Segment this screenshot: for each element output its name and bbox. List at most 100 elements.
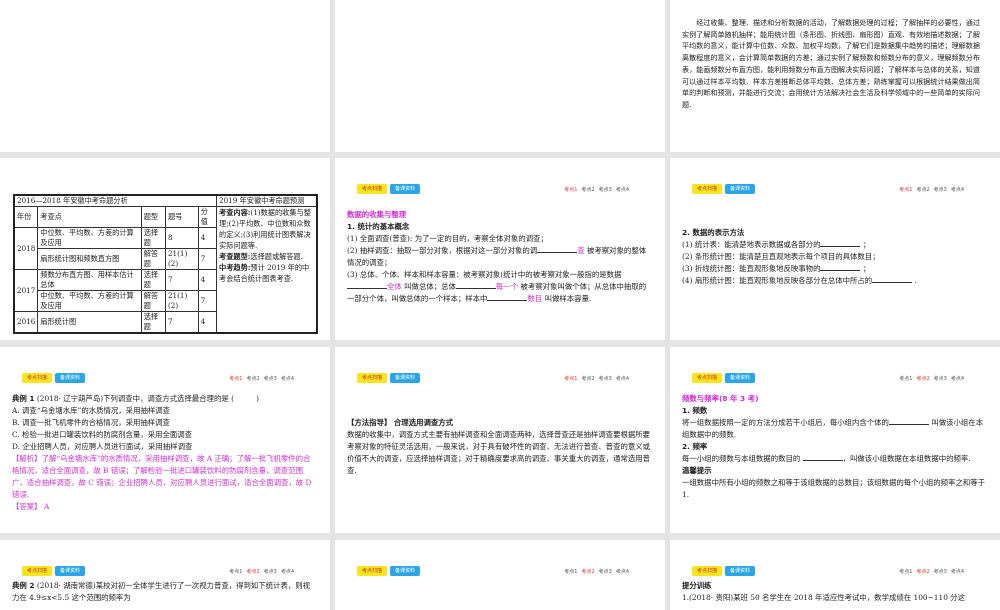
point-4-link[interactable]: 考点4 [616, 375, 629, 382]
slide-frequency[interactable]: 考点扫描 备课资料 考点1 考点2 考点3 考点4 频数与频率(8 年 3 考) 1. … [670, 347, 1000, 533]
slide-table[interactable]: 2016—2018 年安徽中考命题分析 2019 年安徽中考命题预测 年份 考查点题… [0, 158, 330, 340]
point-4-link[interactable]: 考点4 [281, 568, 294, 575]
point-4-link[interactable]: 考点4 [951, 568, 964, 575]
point-1-link[interactable]: 考点1 [564, 186, 577, 193]
pred-key: 中考趋势: [219, 263, 251, 272]
point-2-link[interactable]: 考点2 [246, 375, 259, 382]
text: 1.(2018· 贵阳)某班 50 名学生在 2018 年适应性考试中，数学成绩… [682, 593, 966, 602]
point-1-link[interactable]: 考点1 [899, 568, 912, 575]
pred-key: 考查内容: [219, 208, 251, 217]
point-2-link[interactable]: 考点2 [246, 568, 259, 575]
point-3-link[interactable]: 考点3 [599, 568, 612, 575]
topic: 扇形统计图 [37, 311, 142, 334]
point-1-link[interactable]: 考点1 [899, 186, 912, 193]
scan-button[interactable]: 考点扫描 [22, 373, 53, 383]
scan-button[interactable]: 考点扫描 [22, 566, 53, 576]
text: (4) 扇形统计图：能直观形象地反映各部分在总体中所占的 . [682, 276, 917, 285]
heading: 2. 频率 [682, 442, 708, 451]
t: (3) 折线统计图：能直观形象地反映事物的 [682, 264, 821, 273]
scan-button[interactable]: 考点扫描 [357, 184, 388, 194]
scan-button[interactable]: 考点扫描 [692, 566, 723, 576]
t: (2) 抽样调查：抽取一部分对象，根据对这一部分对象的调 [347, 246, 538, 255]
point-3-link[interactable]: 考点3 [599, 186, 612, 193]
slide-collection[interactable]: 考点扫描 备课资料 考点1 考点2 考点3 考点4 数据的收集与整理 1. 统计的基本概… [335, 158, 665, 340]
score: 7 [197, 290, 218, 312]
point-4-link[interactable]: 考点4 [281, 375, 294, 382]
point-1-link[interactable]: 考点1 [899, 375, 912, 382]
slide-intro[interactable]: 经过收集、整理、描述和分析数据的活动，了解数据处理的过程；了解抽样的必要性，通过… [670, 0, 1000, 152]
scan-button[interactable]: 考点扫描 [357, 566, 388, 576]
text: 每一小组的频数与本组数据的数目的 ，叫做该小组数据在本组数据中的频率. [682, 453, 986, 465]
point-3-link[interactable]: 考点3 [934, 568, 947, 575]
year: 2018 [13, 227, 39, 270]
section-title: 数据的收集与整理 [347, 210, 407, 219]
heading: 温馨提示 [682, 466, 712, 475]
slide-representation[interactable]: 考点扫描 备课资料 考点1 考点2 考点3 考点4 2. 数据的表示方法 (1) 统计表… [670, 158, 1000, 340]
score: 7 [197, 248, 218, 270]
text: 一组数据中所有小组的频数之和等于该组数据的总数目；该组数据的每个小组的频率之和等… [682, 478, 986, 499]
point-2-link[interactable]: 考点2 [916, 568, 929, 575]
l: 【解析】 [12, 454, 42, 463]
text: (2) 抽样调查：抽取一部分对象，根据对这一部分对象的调查 被考察对象的整体情况… [347, 245, 651, 269]
q-text: (2018· 辽宁葫芦岛)下列调查中，调查方式选择最合理的是 ( ) [36, 394, 260, 403]
slide-method[interactable]: 考点扫描 备课资料 考点1 考点2 考点3 考点4 【方法指导】 合理选用调查方式 数据… [335, 347, 665, 533]
point-4-link[interactable]: 考点4 [951, 186, 964, 193]
answer: 数目 [527, 294, 543, 303]
point-4-link[interactable]: 考点4 [951, 375, 964, 382]
t: 每一小组的频数与本组数据的数目的 [682, 454, 801, 463]
num: 7 [164, 311, 199, 334]
point-1-link[interactable]: 考点1 [229, 375, 242, 382]
prep-button[interactable]: 备课资料 [55, 566, 86, 576]
point-1-link[interactable]: 考点1 [564, 568, 577, 575]
prep-button[interactable]: 备课资料 [725, 184, 756, 194]
topic: 扇形统计图和频数直方图 [37, 248, 142, 270]
scan-button[interactable]: 考点扫描 [692, 373, 723, 383]
prep-button[interactable]: 备课资料 [55, 373, 86, 383]
q-label: 典例 1 [12, 394, 35, 403]
topic: 中位数、平均数、方差的计算及应用 [37, 227, 142, 249]
text: 数据的收集中，调查方式主要有抽样调查和全面调查两种，选择普查还是抽样调查要根据所… [347, 430, 651, 475]
option: B. 调查一批飞机零件的合格情况，采用抽样调查 [12, 418, 170, 427]
point-2-link[interactable]: 考点2 [916, 186, 929, 193]
prep-button[interactable]: 备课资料 [390, 184, 421, 194]
type: 选择题 [140, 269, 166, 291]
point-3-link[interactable]: 考点3 [934, 186, 947, 193]
point-3-link[interactable]: 考点3 [264, 375, 277, 382]
text: 将一组数据按照一定的方法分成若干小组后，每小组内含个体的 叫做该小组在本组数据中… [682, 417, 986, 441]
year: 2017 [13, 269, 39, 312]
point-4-link[interactable]: 考点4 [616, 568, 629, 575]
text: (2) 条形统计图：能清楚且直观地表示每个项目的具体数目； [682, 252, 880, 261]
prep-button[interactable]: 备课资料 [725, 566, 756, 576]
question: 典例 1 (2018· 辽宁葫芦岛)下列调查中，调查方式选择最合理的是 ( ) [12, 393, 316, 405]
slide-example-1[interactable]: 考点扫描 备课资料 考点1 考点2 考点3 考点4 典例 1 (2018· 辽宁葫芦岛)… [0, 347, 330, 533]
point-2-link[interactable]: 考点2 [581, 568, 594, 575]
point-3-link[interactable]: 考点3 [599, 375, 612, 382]
text: (1) 全面调查(普查): 为了一定的目的，考察全体对象的调查； [347, 234, 548, 243]
answer: 【答案】 A [12, 501, 316, 513]
slide-blank-1[interactable] [0, 0, 330, 152]
point-2-link[interactable]: 考点2 [581, 186, 594, 193]
option: D. 企业招聘人员，对应聘人员进行面试，采用抽样调查 [12, 442, 193, 451]
point-2-link[interactable]: 考点2 [916, 375, 929, 382]
answer: 查 [577, 246, 585, 255]
slide-blank-2[interactable] [335, 0, 665, 152]
text: (1) 统计表：能清楚地表示数据或各部分的 ； [682, 240, 871, 249]
num: 8 [164, 227, 199, 249]
point-4-link[interactable]: 考点4 [616, 186, 629, 193]
t: (3) 总体、个体、样本和样本容量：被考察对象(统计中的被考察对象一般指的是数据 [347, 270, 622, 279]
prep-button[interactable]: 备课资料 [390, 566, 421, 576]
point-1-link[interactable]: 考点1 [564, 375, 577, 382]
point-3-link[interactable]: 考点3 [264, 568, 277, 575]
prep-button[interactable]: 备课资料 [725, 373, 756, 383]
prep-button[interactable]: 备课资料 [390, 373, 421, 383]
q-label: 典例 2 [12, 581, 35, 590]
topic: 中位数、平均数、方差的计算及应用 [37, 290, 142, 312]
scan-button[interactable]: 考点扫描 [357, 373, 388, 383]
heading: 1. 统计的基本概念 [347, 222, 410, 231]
answer: 全体 [387, 282, 402, 291]
col-header: 题型 [140, 206, 166, 228]
point-3-link[interactable]: 考点3 [934, 375, 947, 382]
point-1-link[interactable]: 考点1 [229, 568, 242, 575]
scan-button[interactable]: 考点扫描 [692, 184, 723, 194]
point-2-link[interactable]: 考点2 [581, 375, 594, 382]
